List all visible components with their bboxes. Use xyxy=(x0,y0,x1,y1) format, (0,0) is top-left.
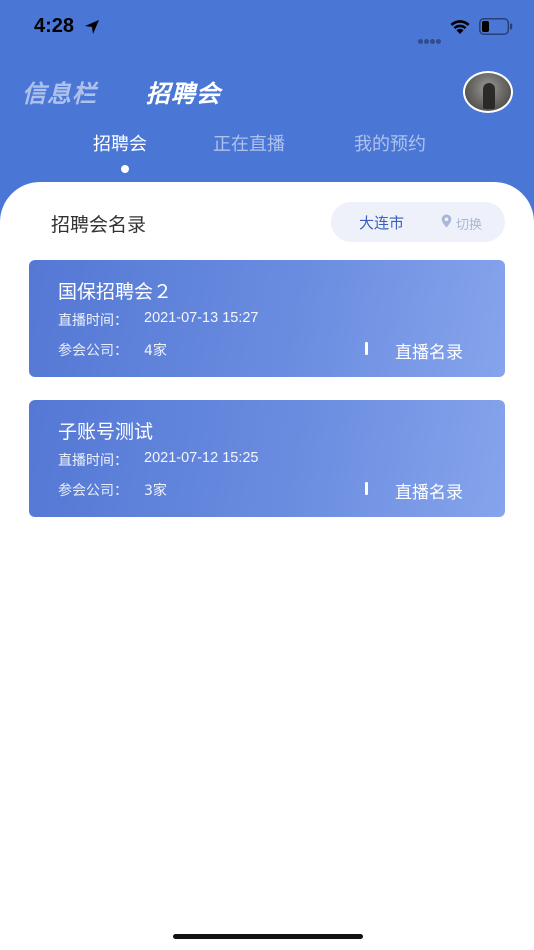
fair-card[interactable]: 子账号测试 直播时间： 2021-07-12 15:25 参会公司： 3家 直播… xyxy=(29,400,505,517)
tab-job-fair[interactable]: 招聘会 xyxy=(93,130,147,156)
divider xyxy=(365,342,368,355)
live-time-label: 直播时间： xyxy=(58,453,128,469)
fair-card[interactable]: 国保招聘会２ 直播时间： 2021-07-13 15:27 参会公司： 4家 直… xyxy=(29,260,505,377)
city-name[interactable]: 大连市 xyxy=(359,212,404,233)
battery-icon xyxy=(479,18,513,35)
live-time-value: 2021-07-12 15:25 xyxy=(144,450,259,466)
tab-live-now[interactable]: 正在直播 xyxy=(213,130,285,156)
live-time-label: 直播时间： xyxy=(58,313,128,329)
switch-city-button[interactable]: 切换 xyxy=(456,214,482,233)
location-pin-icon[interactable] xyxy=(441,214,452,228)
tab-bar: 招聘会 正在直播 我的预约 xyxy=(0,130,534,176)
status-bar: 4:28 xyxy=(0,0,534,54)
live-directory-link[interactable]: 直播名录 xyxy=(395,338,463,363)
wifi-icon xyxy=(450,20,470,34)
company-count-label: 参会公司： xyxy=(58,343,128,359)
fair-name: 子账号测试 xyxy=(58,421,154,443)
company-count-value: 4家 xyxy=(144,343,167,359)
tab-my-reservations[interactable]: 我的预约 xyxy=(354,130,426,156)
job-fair-title[interactable]: 招聘会 xyxy=(146,74,221,109)
avatar[interactable] xyxy=(463,71,513,113)
location-arrow-icon xyxy=(85,20,99,34)
section-title: 招聘会名录 xyxy=(51,214,147,236)
active-tab-indicator xyxy=(121,165,129,173)
divider xyxy=(365,482,368,495)
status-time: 4:28 xyxy=(34,15,75,37)
live-directory-link[interactable]: 直播名录 xyxy=(395,478,463,503)
home-indicator xyxy=(173,934,363,939)
company-count-label: 参会公司： xyxy=(58,483,128,499)
fair-name: 国保招聘会２ xyxy=(58,281,173,303)
company-count-value: 3家 xyxy=(144,483,167,499)
live-time-value: 2021-07-13 15:27 xyxy=(144,310,259,326)
cellular-signal-icon xyxy=(418,29,444,44)
info-bar-title[interactable]: 信息栏 xyxy=(22,74,97,109)
